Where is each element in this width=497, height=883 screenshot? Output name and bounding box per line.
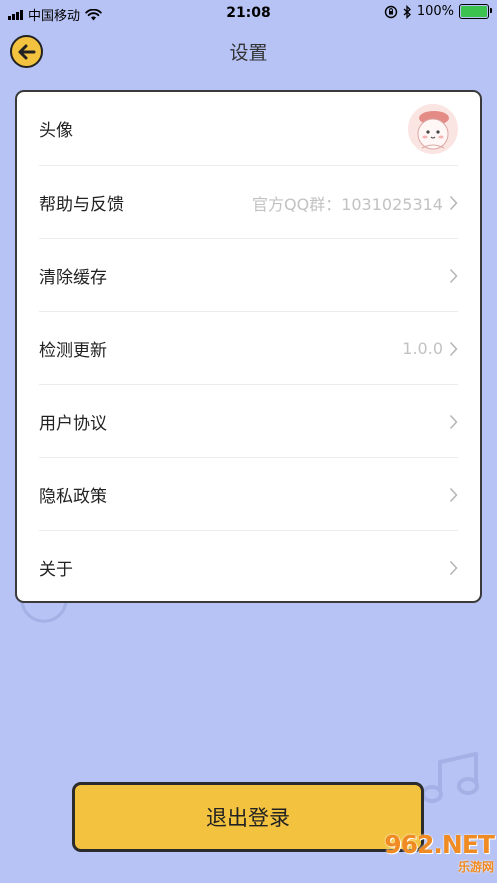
avatar-icon (408, 103, 458, 154)
chevron-right-icon (449, 341, 458, 357)
privacy-policy-row[interactable]: 隐私政策 (39, 457, 458, 531)
check-update-row[interactable]: 检测更新 1.0.0 (39, 311, 458, 385)
help-feedback-label: 帮助与反馈 (39, 195, 124, 215)
status-right: 100% (384, 4, 492, 19)
clear-cache-row[interactable]: 清除缓存 (39, 238, 458, 312)
version-value: 1.0.0 (402, 339, 443, 358)
user-agreement-label: 用户协议 (39, 414, 107, 434)
avatar-row[interactable]: 头像 (39, 92, 458, 165)
avatar-label: 头像 (39, 121, 73, 141)
status-bar: 中国移动 21:08 100% (0, 0, 497, 26)
settings-card: 头像 帮助与反馈 官方QQ群：1031025314 清除缓存 检测更新 1.0.… (15, 90, 482, 603)
chevron-right-icon (449, 268, 458, 284)
watermark-site-name: 乐游网 (457, 860, 494, 874)
check-update-label: 检测更新 (39, 341, 107, 361)
site-watermark: 962.NET 乐游网 (358, 830, 495, 880)
bluetooth-icon (403, 4, 411, 19)
avatar[interactable] (408, 103, 458, 154)
user-agreement-row[interactable]: 用户协议 (39, 384, 458, 458)
about-label: 关于 (39, 560, 73, 580)
battery-icon (459, 4, 492, 19)
about-row[interactable]: 关于 (39, 530, 458, 601)
help-feedback-row[interactable]: 帮助与反馈 官方QQ群：1031025314 (39, 165, 458, 239)
orientation-lock-icon (384, 5, 398, 18)
page-title: 设置 (229, 42, 268, 64)
music-note-icon (421, 752, 479, 803)
chevron-right-icon (449, 414, 458, 430)
qq-group-value: 官方QQ群：1031025314 (252, 194, 443, 214)
privacy-policy-label: 隐私政策 (39, 487, 107, 507)
watermark-number: 962.NET (384, 830, 495, 859)
battery-percent: 100% (416, 4, 454, 19)
chevron-right-icon (449, 487, 458, 503)
clear-cache-label: 清除缓存 (39, 268, 107, 288)
chevron-right-icon (449, 195, 458, 211)
battery-fill (461, 6, 487, 17)
chevron-right-icon (449, 560, 458, 576)
